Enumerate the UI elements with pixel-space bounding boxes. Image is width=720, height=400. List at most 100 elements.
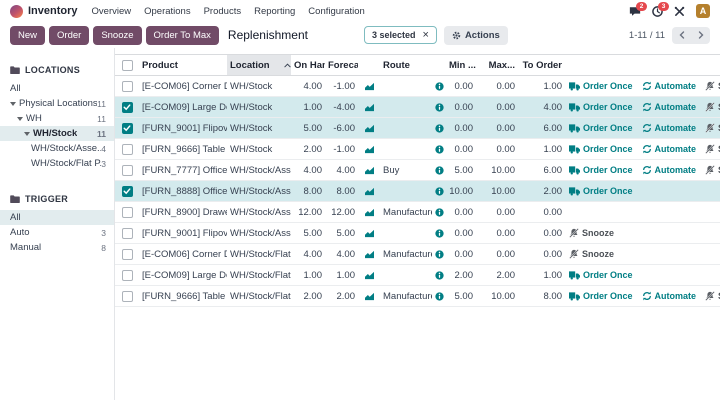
sidebar-item-wh-stock-flat-p[interactable]: WH/Stock/Flat P...3 [0,156,114,171]
user-avatar[interactable]: A [696,4,710,18]
snooze-button[interactable]: Snooze [93,26,141,45]
caret-down-icon[interactable] [10,102,16,106]
sidebar-item-manual[interactable]: Manual8 [0,240,114,255]
column-header-max[interactable]: Max... [476,60,518,71]
order-once-button[interactable]: Order Once [569,102,633,112]
forecast-report-icon[interactable] [364,250,375,259]
snooze-button[interactable]: Snooze [705,123,720,133]
menu-item-operations[interactable]: Operations [144,6,190,17]
forecast-report-icon[interactable] [364,271,375,280]
order-once-button[interactable]: Order Once [569,81,633,91]
snooze-button[interactable]: Snooze [569,249,614,259]
row-checkbox[interactable] [122,123,133,134]
automate-button[interactable]: Automate [642,102,697,112]
row-checkbox[interactable] [122,207,133,218]
new-button[interactable]: New [10,26,45,45]
row-checkbox[interactable] [122,165,133,176]
pager-value[interactable]: 1-11 / 11 [629,30,665,41]
table-row[interactable]: [FURN_9666] TableWH/Stock2.00-1.000.000.… [115,139,720,160]
order-once-button[interactable]: Order Once [569,270,633,280]
caret-down-icon[interactable] [24,132,30,136]
info-icon[interactable] [435,229,444,238]
table-row[interactable]: [FURN_9001] FlipoverWH/Stock/Asse...5.00… [115,223,720,244]
sidebar-item-physical-locations[interactable]: Physical Locations11 [0,96,114,111]
column-header-forecast[interactable]: Forecast [325,60,358,71]
column-header-product[interactable]: Product [139,60,227,71]
column-header-location[interactable]: Location [227,55,291,75]
clear-selection-icon[interactable]: × [423,31,429,40]
sidebar-item-wh[interactable]: WH11 [0,111,114,126]
forecast-report-icon[interactable] [364,292,375,301]
row-checkbox[interactable] [122,81,133,92]
order-once-button[interactable]: Order Once [569,186,633,196]
forecast-report-icon[interactable] [364,187,375,196]
row-checkbox[interactable] [122,144,133,155]
info-icon[interactable] [435,250,444,259]
order-once-button[interactable]: Order Once [569,144,633,154]
activities-icon[interactable]: 3 [652,6,663,17]
snooze-button[interactable]: Snooze [705,102,720,112]
column-header-min[interactable]: Min ... [446,60,476,71]
menu-item-reporting[interactable]: Reporting [254,6,295,17]
info-icon[interactable] [435,103,444,112]
automate-button[interactable]: Automate [642,81,697,91]
row-checkbox[interactable] [122,291,133,302]
table-row[interactable]: [FURN_9001] FlipoverWH/Stock5.00-6.000.0… [115,118,720,139]
table-row[interactable]: [E-COM09] Large DeskWH/Stock/Flat P...1.… [115,265,720,286]
forecast-report-icon[interactable] [364,103,375,112]
table-row[interactable]: [FURN_8888] Office LampWH/Stock/Asse...8… [115,181,720,202]
pager-next-button[interactable] [691,27,710,44]
info-icon[interactable] [435,124,444,133]
messages-icon[interactable]: 2 [629,6,641,17]
snooze-button[interactable]: Snooze [705,144,720,154]
forecast-report-icon[interactable] [364,124,375,133]
sidebar-item-auto[interactable]: Auto3 [0,225,114,240]
automate-button[interactable]: Automate [642,165,697,175]
info-icon[interactable] [435,292,444,301]
info-icon[interactable] [435,271,444,280]
forecast-report-icon[interactable] [364,166,375,175]
table-row[interactable]: [E-COM09] Large DeskWH/Stock1.00-4.000.0… [115,97,720,118]
sidebar-item-all[interactable]: All [0,81,114,96]
actions-button[interactable]: Actions [444,26,508,45]
menu-item-products[interactable]: Products [204,6,242,17]
info-icon[interactable] [435,82,444,91]
sidebar-item-all[interactable]: All [0,210,114,225]
info-icon[interactable] [435,208,444,217]
snooze-button[interactable]: Snooze [705,81,720,91]
app-switcher[interactable]: Inventory [10,5,78,18]
table-row[interactable]: [E-COM06] Corner Desk ...WH/Stock4.00-1.… [115,76,720,97]
app-logo-icon[interactable] [10,5,23,18]
forecast-report-icon[interactable] [364,229,375,238]
row-checkbox[interactable] [122,249,133,260]
table-row[interactable]: [FURN_7777] Office ChairWH/Stock/Asse...… [115,160,720,181]
column-header-to-order[interactable]: To Order [518,60,565,71]
menu-item-overview[interactable]: Overview [92,6,132,17]
order-to-max-button[interactable]: Order To Max [146,26,219,45]
row-checkbox[interactable] [122,102,133,113]
menu-item-configuration[interactable]: Configuration [308,6,365,17]
select-all-checkbox[interactable] [122,60,133,71]
row-checkbox[interactable] [122,186,133,197]
table-row[interactable]: [FURN_9666] TableWH/Stock/Flat P...2.002… [115,286,720,307]
snooze-button[interactable]: Snooze [705,291,720,301]
order-once-button[interactable]: Order Once [569,123,633,133]
info-icon[interactable] [435,145,444,154]
order-once-button[interactable]: Order Once [569,165,633,175]
forecast-report-icon[interactable] [364,145,375,154]
row-checkbox[interactable] [122,228,133,239]
automate-button[interactable]: Automate [642,144,697,154]
order-once-button[interactable]: Order Once [569,291,633,301]
table-row[interactable]: [FURN_8900] Drawer BlackWH/Stock/Asse...… [115,202,720,223]
app-name[interactable]: Inventory [28,5,78,17]
forecast-report-icon[interactable] [364,82,375,91]
tools-icon[interactable] [674,6,685,17]
column-header-on-hand[interactable]: On Hand [291,60,325,71]
sidebar-item-wh-stock[interactable]: WH/Stock11 [0,126,114,141]
order-button[interactable]: Order [49,26,89,45]
snooze-button[interactable]: Snooze [569,228,614,238]
automate-button[interactable]: Automate [642,123,697,133]
row-checkbox[interactable] [122,270,133,281]
forecast-report-icon[interactable] [364,208,375,217]
automate-button[interactable]: Automate [642,291,697,301]
